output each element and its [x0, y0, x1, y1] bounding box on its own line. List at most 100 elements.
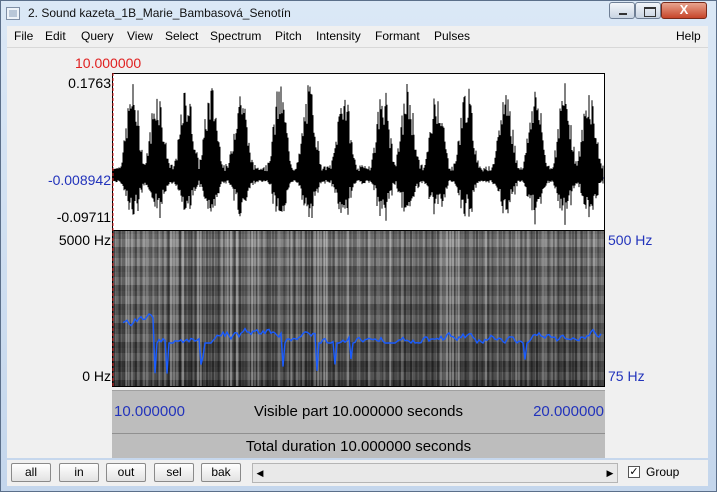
spectrogram-stripe — [575, 231, 577, 386]
spectrogram-stripe — [572, 231, 574, 386]
spectrogram-stripe — [188, 231, 190, 386]
spectrogram-stripe — [233, 231, 235, 386]
spectrogram-stripe — [494, 231, 496, 386]
zoom-in-button[interactable]: in — [59, 463, 99, 482]
spectrogram-stripe — [482, 231, 484, 386]
spectrogram-stripe — [545, 231, 547, 386]
spectrogram-stripe — [203, 231, 205, 386]
zoom-out-button[interactable]: out — [106, 463, 146, 482]
visible-part-bar[interactable]: 10.000000 Visible part 10.000000 seconds… — [112, 390, 605, 433]
group-checkbox[interactable]: ✓ — [628, 466, 640, 478]
visible-part-text: Visible part 10.000000 seconds — [253, 403, 464, 420]
all-button[interactable]: all — [11, 463, 51, 482]
app-icon — [6, 7, 20, 20]
menu-view[interactable]: View — [127, 29, 153, 43]
spectrogram-stripe — [311, 231, 313, 386]
menu-file[interactable]: File — [14, 29, 33, 43]
menu-intensity[interactable]: Intensity — [316, 29, 361, 43]
spectrogram-plot — [113, 231, 604, 386]
close-button[interactable]: X — [661, 2, 707, 19]
spectrogram-stripe — [323, 231, 325, 386]
spectrogram-stripe — [401, 231, 403, 386]
time-scrollbar[interactable]: ◀ ▶ — [252, 463, 618, 483]
menu-bar: File Edit Query View Select Spectrum Pit… — [7, 26, 708, 48]
menu-select[interactable]: Select — [165, 29, 198, 43]
scroll-left-icon[interactable]: ◀ — [253, 464, 267, 482]
spectrogram-stripe — [272, 231, 274, 386]
spectrogram-stripe — [365, 231, 367, 386]
spectrogram-stripe — [224, 231, 226, 386]
total-duration-bar[interactable]: Total duration 10.000000 seconds — [112, 433, 605, 458]
spectrogram-stripe — [383, 231, 385, 386]
spectrogram-stripe — [185, 231, 187, 386]
waveform-plot — [113, 83, 604, 225]
spectrogram-stripe — [158, 231, 160, 386]
menu-formant[interactable]: Formant — [375, 29, 420, 43]
spectrogram-stripe — [476, 231, 478, 386]
spectrogram-stripe — [422, 231, 424, 386]
spectrogram-stripe — [254, 231, 256, 386]
spectrogram-stripe — [479, 231, 481, 386]
waveform-panel[interactable] — [112, 73, 605, 230]
spectrogram-stripe — [398, 231, 400, 386]
spectrogram-stripe — [191, 231, 193, 386]
spectrogram-stripe — [356, 231, 358, 386]
spectrogram-stripe — [449, 231, 451, 386]
waveform-path — [113, 83, 604, 225]
spectrogram-stripe — [275, 231, 277, 386]
menu-help[interactable]: Help — [676, 29, 701, 43]
spectrogram-stripe — [602, 231, 604, 386]
spectrogram-stripe — [284, 231, 286, 386]
spectrogram-stripe — [122, 231, 124, 386]
menu-spectrum[interactable]: Spectrum — [210, 29, 261, 43]
spectrogram-stripe — [194, 231, 196, 386]
zoom-to-selection-button[interactable]: sel — [154, 463, 194, 482]
menu-pitch[interactable]: Pitch — [275, 29, 302, 43]
spectrogram-stripe — [245, 231, 247, 386]
spectrogram-stripe — [212, 231, 214, 386]
sound-min-label: -0.09711 — [56, 209, 111, 225]
spectrogram-stripe — [539, 231, 541, 386]
spectrogram-stripe — [350, 231, 352, 386]
spectrogram-stripe — [593, 231, 595, 386]
pitch-max-label: 500 Hz — [608, 232, 653, 248]
sound-mid-label: -0.008942 — [47, 172, 111, 188]
spectrogram-stripe — [407, 231, 409, 386]
spectrogram-stripe — [446, 231, 448, 386]
menu-query[interactable]: Query — [81, 29, 114, 43]
group-label: Group — [646, 465, 680, 479]
spectrogram-stripe — [548, 231, 550, 386]
spectrogram-stripe — [392, 231, 394, 386]
spectrogram-stripe — [287, 231, 289, 386]
spectrogram-panel[interactable] — [112, 230, 605, 387]
spectrogram-stripe — [293, 231, 295, 386]
spectrogram-stripe — [242, 231, 244, 386]
spectrogram-stripe — [500, 231, 502, 386]
spectrogram-stripe — [236, 231, 238, 386]
spectrogram-stripe — [140, 231, 142, 386]
spectrogram-stripe — [581, 231, 583, 386]
spectrogram-stripe — [221, 231, 223, 386]
spectrogram-stripe — [470, 231, 472, 386]
menu-edit[interactable]: Edit — [45, 29, 66, 43]
spectrogram-stripe — [161, 231, 163, 386]
spectrogram-stripe — [524, 231, 526, 386]
spectrogram-stripe — [389, 231, 391, 386]
maximize-button[interactable] — [635, 2, 661, 19]
spectrogram-stripe — [374, 231, 376, 386]
spectrogram-stripe — [458, 231, 460, 386]
spectrogram-stripe — [251, 231, 253, 386]
zoom-back-button[interactable]: bak — [201, 463, 241, 482]
spectrogram-stripe — [521, 231, 523, 386]
scroll-right-icon[interactable]: ▶ — [603, 464, 617, 482]
minimize-button[interactable] — [609, 2, 635, 19]
menu-pulses[interactable]: Pulses — [434, 29, 470, 43]
spectrogram-stripe — [443, 231, 445, 386]
spectrogram-stripe — [461, 231, 463, 386]
spectrogram-stripe — [344, 231, 346, 386]
spectrogram-stripe — [377, 231, 379, 386]
spectrogram-stripe — [386, 231, 388, 386]
spectrogram-stripe — [257, 231, 259, 386]
spectrogram-stripe — [542, 231, 544, 386]
spectrogram-stripe — [278, 231, 280, 386]
